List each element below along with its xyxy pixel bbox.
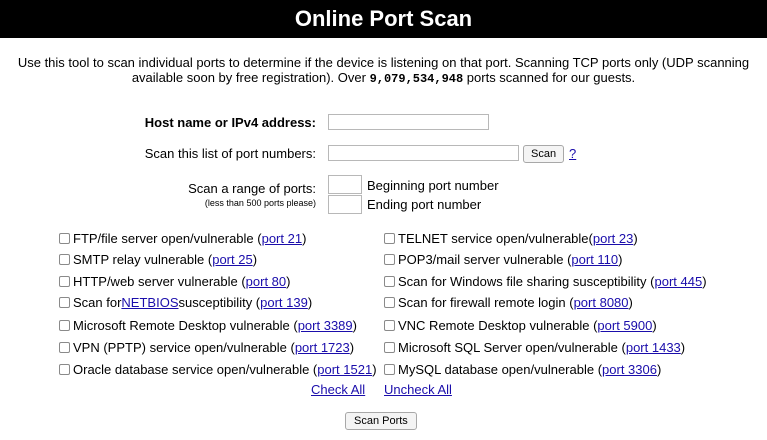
checkbox-firewall[interactable]: [384, 296, 395, 308]
page-title: Online Port Scan: [294, 6, 473, 31]
option-mysql-close: ): [656, 361, 662, 377]
option-mssql[interactable]: Microsoft SQL Server open/vulnerable (po…: [384, 339, 685, 355]
option-firewall[interactable]: Scan for firewall remote login (port 808…: [384, 294, 633, 310]
option-http-close: ): [286, 273, 291, 289]
option-vnc[interactable]: VNC Remote Desktop vulnerable (port 5900…: [384, 317, 657, 333]
option-netbios-label-2: susceptibility (: [178, 294, 261, 310]
intro-line-2: available soon by free registration). Ov…: [0, 70, 767, 87]
intro-line-2-suffix: ports scanned for our guests.: [463, 70, 636, 85]
port-23-link[interactable]: port 23: [593, 231, 633, 246]
uncheck-all-link[interactable]: Uncheck All: [384, 382, 452, 397]
checkbox-http[interactable]: [59, 275, 70, 287]
option-pop3-label: POP3/mail server vulnerable (: [398, 251, 572, 267]
scan-ports-button[interactable]: Scan Ports: [345, 412, 417, 430]
checkbox-rdp[interactable]: [59, 319, 70, 331]
option-smb[interactable]: Scan for Windows file sharing susceptibi…: [384, 273, 707, 289]
option-oracle[interactable]: Oracle database service open/vulnerable …: [59, 361, 377, 377]
option-mssql-label: Microsoft SQL Server open/vulnerable (: [398, 339, 626, 355]
option-ftp-close: ): [302, 230, 307, 246]
checkbox-vpn[interactable]: [59, 341, 70, 353]
end-port-input[interactable]: [328, 195, 362, 214]
begin-port-label: Beginning port number: [367, 178, 499, 193]
option-smtp-label: SMTP relay vulnerable (: [73, 251, 213, 267]
option-http-label: HTTP/web server vulnerable (: [73, 273, 246, 289]
option-telnet[interactable]: TELNET service open/vulnerable(port 23): [384, 230, 638, 246]
checkbox-smtp[interactable]: [59, 253, 70, 265]
option-smb-label: Scan for Windows file sharing susceptibi…: [398, 273, 655, 289]
option-ftp[interactable]: FTP/file server open/vulnerable (port 21…: [59, 230, 306, 246]
option-http[interactable]: HTTP/web server vulnerable (port 80): [59, 273, 291, 289]
checkbox-mysql[interactable]: [384, 363, 395, 375]
option-pop3-close: ): [618, 251, 623, 267]
range-label: Scan a range of ports:: [188, 181, 316, 196]
option-ftp-label: FTP/file server open/vulnerable (: [73, 230, 262, 246]
page-header: Online Port Scan: [0, 0, 767, 38]
option-vpn-close: ): [349, 339, 355, 355]
option-mysql[interactable]: MySQL database open/vulnerable (port 330…: [384, 361, 661, 377]
range-note: (less than 500 ports please): [204, 198, 316, 208]
checkbox-vnc[interactable]: [384, 319, 395, 331]
option-smtp[interactable]: SMTP relay vulnerable (port 25): [59, 251, 257, 267]
help-link[interactable]: ?: [569, 146, 576, 161]
intro-line-1: Use this tool to scan individual ports t…: [17, 55, 750, 70]
port-1521-link[interactable]: port 1521: [317, 362, 372, 377]
option-mssql-close: ): [680, 339, 686, 355]
option-vnc-label: VNC Remote Desktop vulnerable (: [398, 317, 598, 333]
checkbox-pop3[interactable]: [384, 253, 395, 265]
option-vnc-close: ): [652, 317, 657, 333]
option-firewall-close: ): [628, 294, 633, 310]
scan-count: 9,079,534,948: [369, 72, 464, 86]
option-vpn[interactable]: VPN (PPTP) service open/vulnerable (port…: [59, 339, 354, 355]
option-telnet-close: ): [633, 230, 638, 246]
checkbox-netbios[interactable]: [59, 296, 70, 308]
option-netbios[interactable]: Scan for NETBIOS susceptibility (port 13…: [59, 294, 312, 310]
option-vpn-label: VPN (PPTP) service open/vulnerable (: [73, 339, 295, 355]
port-139-link[interactable]: port 139: [260, 295, 308, 310]
check-all-link[interactable]: Check All: [311, 382, 365, 397]
port-list-input[interactable]: [328, 145, 519, 161]
port-110-link[interactable]: port 110: [571, 252, 618, 267]
option-mysql-label: MySQL database open/vulnerable (: [398, 361, 603, 377]
option-netbios-close: ): [307, 294, 313, 310]
port-8080-link[interactable]: port 8080: [574, 295, 629, 310]
port-1723-link[interactable]: port 1723: [295, 340, 350, 355]
option-oracle-label: Oracle database service open/vulnerable …: [73, 361, 318, 377]
checkbox-smb[interactable]: [384, 275, 395, 287]
option-smtp-close: ): [252, 251, 258, 267]
checkbox-oracle[interactable]: [59, 363, 70, 375]
host-label: Host name or IPv4 address:: [144, 115, 316, 130]
port-3306-link[interactable]: port 3306: [602, 362, 657, 377]
option-telnet-label: TELNET service open/vulnerable(: [398, 230, 593, 246]
checkbox-ftp[interactable]: [59, 232, 70, 244]
option-rdp-close: ): [352, 317, 357, 333]
port-80-link[interactable]: port 80: [246, 274, 286, 289]
option-oracle-close: ): [372, 361, 377, 377]
option-firewall-label: Scan for firewall remote login (: [398, 294, 574, 310]
netbios-link[interactable]: NETBIOS: [121, 295, 178, 310]
end-port-label: Ending port number: [367, 197, 482, 212]
port-21-link[interactable]: port 21: [262, 231, 302, 246]
host-input[interactable]: [328, 114, 489, 130]
option-netbios-label: Scan for: [73, 294, 122, 310]
intro-text: Use this tool to scan individual ports t…: [0, 55, 767, 87]
checkbox-telnet[interactable]: [384, 232, 395, 244]
checkbox-mssql[interactable]: [384, 341, 395, 353]
port-3389-link[interactable]: port 3389: [298, 318, 353, 333]
port-1433-link[interactable]: port 1433: [626, 340, 681, 355]
option-pop3[interactable]: POP3/mail server vulnerable (port 110): [384, 251, 623, 267]
port-list-label: Scan this list of port numbers:: [144, 146, 316, 161]
port-25-link[interactable]: port 25: [212, 252, 252, 267]
begin-port-input[interactable]: [328, 175, 362, 194]
option-rdp-label: Microsoft Remote Desktop vulnerable (: [73, 317, 298, 333]
intro-line-2-prefix: available soon by free registration). Ov…: [131, 70, 370, 85]
scan-list-button[interactable]: Scan: [523, 145, 565, 163]
port-5900-link[interactable]: port 5900: [597, 318, 652, 333]
port-445-link[interactable]: port 445: [655, 274, 703, 289]
option-rdp[interactable]: Microsoft Remote Desktop vulnerable (por…: [59, 317, 357, 333]
option-smb-close: ): [702, 273, 707, 289]
